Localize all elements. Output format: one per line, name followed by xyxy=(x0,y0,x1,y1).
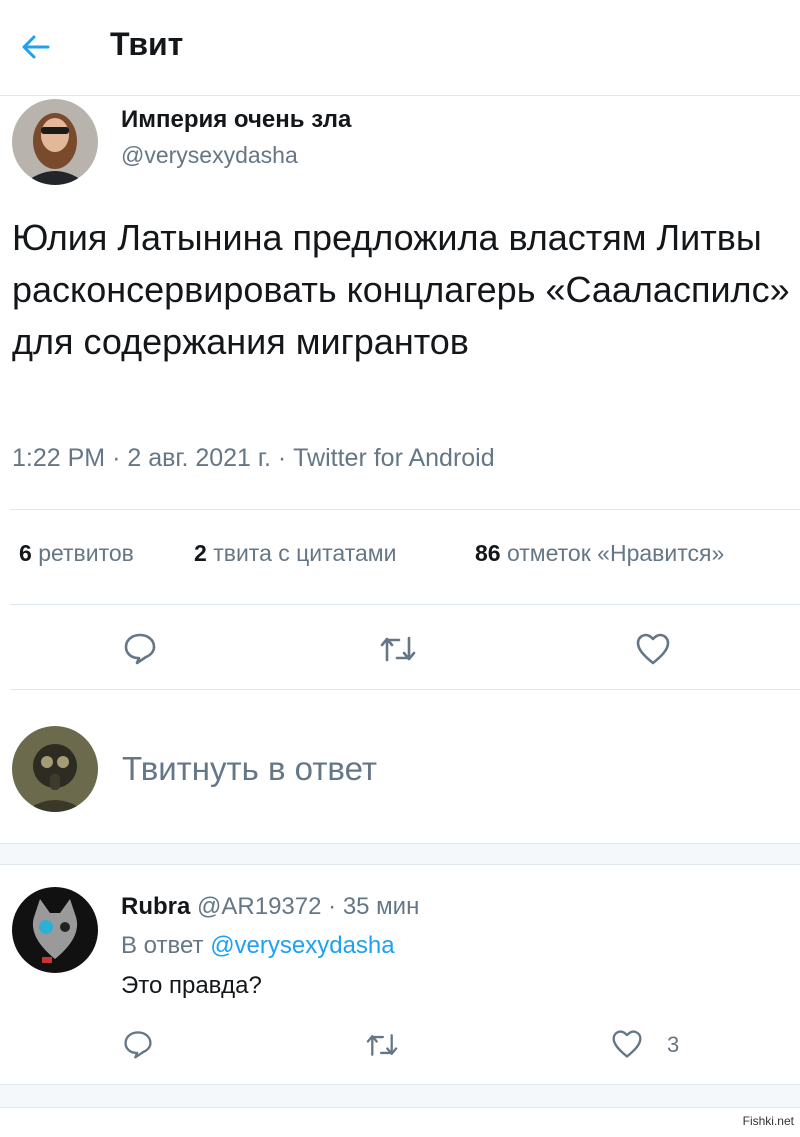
meta-separator: · xyxy=(328,893,337,920)
likes-label: отметок «Нравится» xyxy=(506,540,725,566)
meta-separator: · xyxy=(277,444,287,472)
top-bar: Твит xyxy=(0,0,800,96)
quotes-count: 2 xyxy=(194,540,207,566)
likes-stat[interactable]: 86 отметок «Нравится» xyxy=(475,540,724,567)
retweets-stat[interactable]: 6 ретвитов xyxy=(19,540,134,567)
retweets-count: 6 xyxy=(19,540,32,566)
tweet-client[interactable]: Twitter for Android xyxy=(293,444,494,472)
reply-header: Rubra @AR19372 · 35 мин xyxy=(121,893,419,921)
tweet-time[interactable]: 1:22 PM xyxy=(12,444,105,472)
author-avatar[interactable] xyxy=(12,99,98,185)
author-name[interactable]: Империя очень зла xyxy=(121,106,351,134)
retweets-label: ретвитов xyxy=(38,540,134,566)
tweet-date[interactable]: 2 авг. 2021 г. xyxy=(127,444,271,472)
likes-count: 86 xyxy=(475,540,501,566)
reply-input[interactable]: Твитнуть в ответ xyxy=(122,750,377,788)
divider xyxy=(10,604,800,605)
tweet-meta: 1:22 PM · 2 авг. 2021 г. · Twitter for A… xyxy=(12,444,495,473)
tweet-text: Юлия Латынина предложила властям Литвы р… xyxy=(12,217,790,362)
reply-age[interactable]: 35 мин xyxy=(343,893,420,920)
reply-icon[interactable] xyxy=(122,630,158,666)
reply-text: Это правда? xyxy=(121,972,262,999)
retweet-icon[interactable] xyxy=(379,632,417,666)
section-separator xyxy=(0,843,800,865)
user-avatar[interactable] xyxy=(12,726,98,812)
heart-icon[interactable] xyxy=(610,1028,644,1060)
in-reply-prefix: В ответ xyxy=(121,932,204,959)
reply-author-avatar[interactable] xyxy=(12,887,98,973)
watermark: Fishki.net xyxy=(740,1113,796,1129)
in-reply-to: В ответ @verysexydasha xyxy=(121,932,395,960)
quotes-stat[interactable]: 2 твита с цитатами xyxy=(194,540,396,567)
section-separator xyxy=(0,1084,800,1108)
reply-author-name[interactable]: Rubra xyxy=(121,893,190,920)
reply-icon[interactable] xyxy=(122,1028,154,1060)
divider xyxy=(10,509,800,510)
page-title: Твит xyxy=(110,26,184,62)
retweet-icon[interactable] xyxy=(365,1030,399,1060)
meta-separator: · xyxy=(112,444,121,472)
quotes-label: твита с цитатами xyxy=(213,540,397,566)
heart-icon[interactable] xyxy=(634,631,672,667)
back-arrow-icon[interactable] xyxy=(18,30,54,64)
reply-like-count: 3 xyxy=(667,1032,680,1057)
author-handle[interactable]: @verysexydasha xyxy=(121,142,298,169)
reply-author-handle[interactable]: @AR19372 xyxy=(197,893,321,920)
mention-link[interactable]: @verysexydasha xyxy=(210,932,394,959)
divider xyxy=(10,689,800,690)
